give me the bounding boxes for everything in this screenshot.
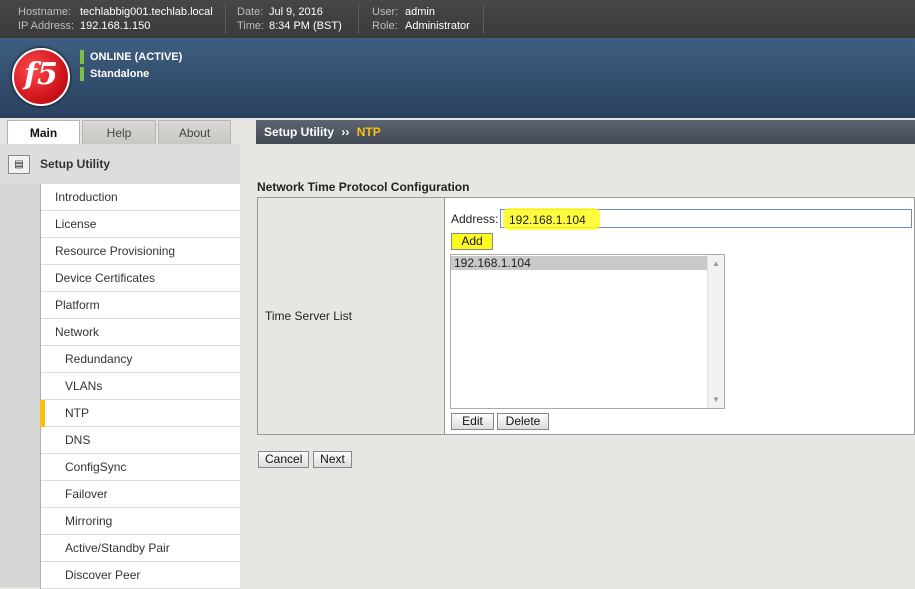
sidebar-item-dns[interactable]: DNS (41, 427, 240, 454)
tab-about[interactable]: About (158, 120, 231, 145)
f5-logo: f5 (12, 48, 70, 106)
delete-button[interactable]: Delete (497, 413, 549, 430)
sidebar-header: ▤ Setup Utility (0, 144, 240, 184)
sidebar-item-configsync[interactable]: ConfigSync (41, 454, 240, 481)
row-value-cell: Address: 192.168.1.104 Add 192.168.1.104… (445, 198, 914, 434)
ip-value: 192.168.1.150 (80, 20, 151, 32)
user-value: admin (405, 6, 435, 18)
sidebar-item-platform[interactable]: Platform (41, 292, 240, 319)
user-label: User: (372, 6, 399, 18)
tab-help[interactable]: Help (82, 120, 156, 145)
list-item[interactable]: 192.168.1.104 (451, 256, 711, 270)
sidebar-item-device-certificates[interactable]: Device Certificates (41, 265, 240, 292)
status-online: ONLINE (ACTIVE) (80, 50, 182, 66)
sidebar-item-discover-peer[interactable]: Discover Peer (41, 562, 240, 589)
divider (225, 4, 226, 34)
edit-button[interactable]: Edit (451, 413, 494, 430)
sidebar-item-vlans[interactable]: VLANs (41, 373, 240, 400)
time-server-list-label: Time Server List (265, 309, 352, 323)
device-status: ONLINE (ACTIVE) Standalone (80, 50, 182, 84)
time-label: Time: (237, 20, 265, 32)
sidebar-item-introduction[interactable]: Introduction (41, 184, 240, 211)
cancel-button[interactable]: Cancel (258, 451, 309, 468)
tab-main[interactable]: Main (7, 120, 80, 146)
ip-label: IP Address: (18, 20, 75, 32)
section-title: Network Time Protocol Configuration (257, 180, 470, 194)
sidebar-item-redundancy[interactable]: Redundancy (41, 346, 240, 373)
user-info: User: admin Role: Administrator (372, 5, 470, 33)
system-info-bar: Hostname: techlabbig001.techlab.local IP … (0, 0, 915, 38)
time-server-listbox[interactable]: 192.168.1.104 ▲ ▼ (450, 254, 725, 409)
date-value: Jul 9, 2016 (269, 6, 323, 18)
ntp-config-table: Time Server List Address: 192.168.1.104 … (257, 197, 915, 435)
sidebar-item-mirroring[interactable]: Mirroring (41, 508, 240, 535)
breadcrumb-current: NTP (356, 125, 381, 139)
sidebar-item-network[interactable]: Network (41, 319, 240, 346)
sidebar-heading: Setup Utility (40, 157, 111, 171)
hostname-value: techlabbig001.techlab.local (80, 6, 213, 18)
sidebar-nav: Introduction License Resource Provisioni… (40, 184, 240, 589)
address-label: Address: (451, 212, 499, 226)
address-input-value: 192.168.1.104 (509, 213, 586, 227)
breadcrumb-separator: ›› (341, 125, 350, 139)
scroll-up-icon[interactable]: ▲ (712, 259, 720, 268)
listbox-scrollbar[interactable]: ▲ ▼ (707, 255, 724, 408)
time-value: 8:34 PM (BST) (269, 20, 342, 32)
divider (358, 4, 359, 34)
host-info: Hostname: techlabbig001.techlab.local IP … (18, 5, 213, 33)
sidebar-item-license[interactable]: License (41, 211, 240, 238)
role-label: Role: (372, 20, 398, 32)
scroll-down-icon[interactable]: ▼ (712, 395, 720, 404)
sidebar-item-ntp[interactable]: NTP (40, 400, 240, 427)
add-button[interactable]: Add (451, 233, 493, 250)
row-label-cell: Time Server List (258, 198, 445, 434)
date-label: Date: (237, 6, 264, 18)
status-mode: Standalone (80, 67, 182, 83)
setup-utility-icon: ▤ (8, 155, 30, 174)
next-button[interactable]: Next (313, 451, 352, 468)
hostname-label: Hostname: (18, 6, 72, 18)
divider (483, 4, 484, 34)
sidebar-item-resource-provisioning[interactable]: Resource Provisioning (41, 238, 240, 265)
sidebar-item-failover[interactable]: Failover (41, 481, 240, 508)
breadcrumb: Setup Utility ›› NTP (256, 120, 915, 144)
role-value: Administrator (405, 20, 470, 32)
sidebar-item-active-standby-pair[interactable]: Active/Standby Pair (41, 535, 240, 562)
breadcrumb-parent[interactable]: Setup Utility (256, 125, 334, 139)
datetime-info: Date: Jul 9, 2016 Time: 8:34 PM (BST) (237, 5, 342, 33)
